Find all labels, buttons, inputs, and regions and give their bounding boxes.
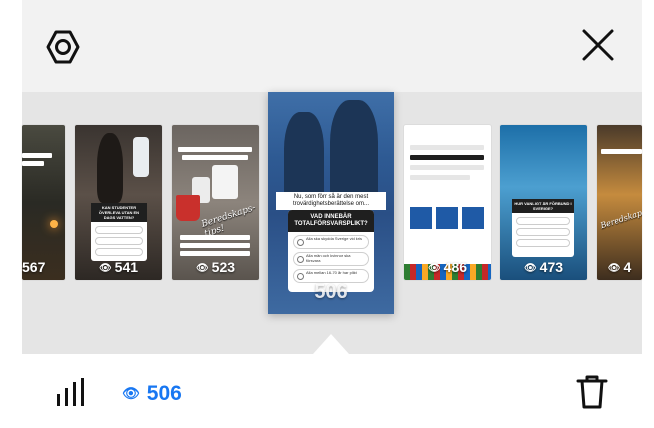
story-poll-card: KAN STUDENTER ÖVERLEVA UTAN EN DAGS VATT… — [91, 203, 147, 261]
eye-icon: 👁︎ — [523, 263, 537, 274]
story-view-count: 👁︎ 486 — [427, 259, 468, 275]
selection-indicator — [313, 334, 349, 354]
story-text-overlay — [180, 251, 250, 256]
person-silhouette — [284, 112, 324, 204]
candle-glow — [50, 220, 58, 228]
story-text-overlay — [410, 155, 484, 160]
story-blue-box — [436, 207, 458, 229]
story-banner: KAN STUDENTER ÖVERLEVA UTAN EN DAGS VATT… — [91, 203, 147, 222]
eye-icon: 👁︎ — [427, 263, 441, 274]
story-blue-box — [462, 207, 484, 229]
story-view-count: 👁︎ 473 — [523, 259, 564, 275]
poll-option: Alla män och kvinnor ska försvara — [293, 252, 369, 266]
red-bucket — [176, 195, 200, 221]
story-blue-box — [410, 207, 432, 229]
story-view-count: 506 — [314, 281, 348, 303]
story-sticker: Beredskaps-tips! — [200, 202, 257, 240]
story-text-overlay — [22, 153, 52, 158]
story-poll-card: HUR VANLIGT ÄR FÖRBUND I SVERIGE? — [512, 199, 574, 257]
eye-icon: 👁︎ — [195, 263, 209, 274]
poll-option — [516, 217, 570, 225]
story-thumbnail[interactable]: 👁︎ 486 — [404, 125, 491, 280]
poll-sticker: VAD INNEBÄR TOTALFÖRSVARSPLIKT? Alla ska… — [288, 210, 374, 292]
story-banner: HUR VANLIGT ÄR FÖRBUND I SVERIGE? — [512, 199, 574, 213]
selected-story-card[interactable]: Nu, som förr så är den mest trovärdighet… — [268, 92, 394, 314]
story-text-overlay — [180, 235, 250, 240]
story-thumbnail[interactable]: 567 — [22, 125, 65, 280]
story-text-overlay — [410, 165, 484, 170]
story-text-overlay — [178, 147, 252, 152]
view-count: 506 — [146, 382, 182, 405]
bar-chart-icon[interactable] — [55, 378, 87, 408]
poll-option — [516, 239, 570, 247]
story-sticker: Beredskaps-tips! — [599, 200, 642, 231]
story-view-count: 👁︎ 523 — [195, 259, 236, 275]
story-thumbnail[interactable]: Beredskaps-tips! 👁︎ 4 — [597, 125, 642, 280]
story-text-overlay — [22, 161, 44, 166]
story-thumbnail[interactable]: HUR VANLIGT ÄR FÖRBUND I SVERIGE? 👁︎ 473 — [500, 125, 587, 280]
poll-option: Alla ska skydda Sverige vid kris — [293, 235, 369, 249]
story-text-overlay — [410, 145, 484, 150]
eye-icon: 👁︎ — [98, 263, 112, 274]
eye-icon: 👁︎ — [122, 385, 140, 401]
poll-option — [95, 226, 143, 234]
story-text-overlay — [601, 149, 642, 154]
story-text-overlay — [410, 175, 470, 180]
top-bar — [22, 0, 642, 92]
poll-option — [95, 248, 143, 256]
story-caption: Nu, som förr så är den mest trovärdighet… — [276, 192, 386, 210]
water-canister — [212, 165, 238, 199]
gear-icon[interactable] — [44, 28, 82, 66]
story-thumbnail[interactable]: Beredskaps-tips! 👁︎ 523 — [172, 125, 259, 280]
story-text-overlay — [180, 243, 250, 248]
poll-option — [95, 237, 143, 245]
water-bottle — [133, 137, 149, 177]
poll-option — [516, 228, 570, 236]
view-count-button[interactable]: 👁︎ 506 — [122, 380, 182, 407]
story-thumbnail[interactable]: KAN STUDENTER ÖVERLEVA UTAN EN DAGS VATT… — [75, 125, 162, 280]
person-silhouette — [97, 133, 123, 203]
story-view-count: 567 — [22, 259, 46, 275]
person-silhouette — [330, 100, 378, 206]
close-icon[interactable] — [581, 28, 615, 62]
poll-question: VAD INNEBÄR TOTALFÖRSVARSPLIKT? — [288, 210, 374, 232]
story-text-overlay — [182, 155, 248, 160]
eye-icon: 👁︎ — [607, 263, 621, 274]
trash-icon[interactable] — [575, 374, 609, 410]
story-view-count: 👁︎ 541 — [98, 259, 139, 275]
story-view-count: 👁︎ 4 — [607, 259, 632, 275]
